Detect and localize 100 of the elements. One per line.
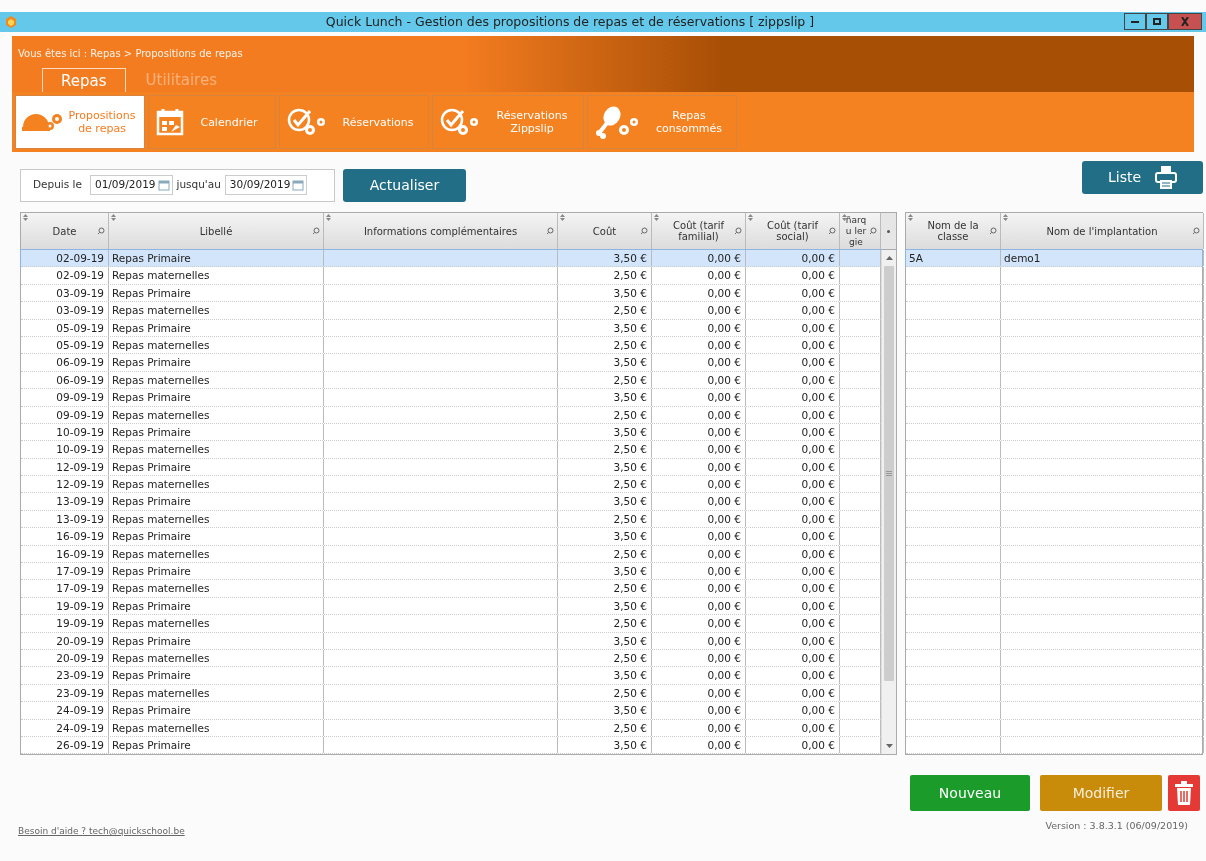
table-cell: 2,50 € [558, 545, 652, 563]
filter-icon[interactable] [312, 227, 320, 235]
table-cell: Repas maternelles [109, 406, 324, 423]
table-cell: 2,50 € [558, 371, 652, 389]
scroll-thumb[interactable] [884, 266, 894, 681]
table-cell: 17-09-19 [21, 563, 109, 580]
table-cell: 0,00 € [652, 528, 746, 545]
table-cell: 24-09-19 [21, 702, 109, 719]
sort-icon[interactable] [326, 214, 331, 221]
sort-icon[interactable] [560, 214, 565, 221]
table-cell: 3,50 € [558, 284, 652, 302]
scrollbar[interactable] [881, 250, 896, 755]
filter-icon[interactable] [828, 227, 836, 235]
table-cell: 17-09-19 [21, 580, 109, 597]
filter-icon[interactable] [734, 227, 742, 235]
table-cell: Repas maternelles [109, 719, 324, 736]
table-cell: Repas Primaire [109, 736, 324, 754]
table-cell: 2,50 € [558, 406, 652, 423]
table-row[interactable]: 24-09-19 Repas Primaire 3,50 € 0,00 € 0,00 € [21, 702, 881, 720]
table-cell: 0,00 € [746, 371, 840, 389]
table-cell: 0,00 € [652, 441, 746, 458]
filter-icon[interactable] [869, 227, 877, 235]
table-row[interactable]: 12-09-19 Repas maternelles 2,50 € 0,00 € 0,00 € [21, 476, 881, 494]
table-cell: 0,00 € [746, 336, 840, 354]
table-row[interactable]: 10-09-19 Repas maternelles 2,50 € 0,00 € 0,00 € [21, 441, 881, 459]
column-header[interactable]: Informations complémentaires [324, 213, 558, 249]
column-header[interactable]: Coût (tarif social) [746, 213, 840, 249]
breadcrumb: Vous êtes ici : Repas > Propositions de repas [17, 47, 244, 61]
filter-icon[interactable] [97, 227, 105, 235]
column-header[interactable]: Date [21, 213, 109, 249]
table-row[interactable]: 17-09-19 Repas maternelles 2,50 € 0,00 € 0,00 € [21, 580, 881, 598]
table-cell: 2,50 € [558, 615, 652, 632]
table-cell: Repas maternelles [109, 684, 324, 702]
date-field[interactable]: 01/09/2019 [89, 175, 173, 195]
table-row[interactable]: 03-09-19 Repas maternelles 2,50 € 0,00 € 0,00 € [21, 302, 881, 320]
app-logo-icon [4, 15, 18, 29]
table-cell: 3,50 € [558, 702, 652, 719]
column-header[interactable]: Nom de l'implantation [1001, 213, 1204, 249]
table-cell: 0,00 € [652, 545, 746, 563]
date-field[interactable]: 30/09/2019 [224, 175, 308, 195]
table-cell: 0,00 € [652, 650, 746, 667]
grip-icon [886, 471, 892, 476]
table-cell: Repas maternelles [109, 441, 324, 458]
table-cell: 0,00 € [746, 684, 840, 702]
table-cell: 0,00 € [746, 545, 840, 563]
table-row[interactable]: 16-09-19 Repas Primaire 3,50 € 0,00 € 0,00 € [21, 528, 881, 546]
help-link[interactable]: Besoin d'aide ? tech@quickschool.be [18, 825, 185, 839]
close-button[interactable] [1168, 13, 1202, 30]
table-row[interactable]: 17-09-19 Repas Primaire 3,50 € 0,00 € 0,00 € [21, 563, 881, 581]
calendar-icon[interactable] [292, 179, 305, 191]
table-cell: 20-09-19 [21, 650, 109, 667]
table-cell: 2,50 € [558, 441, 652, 458]
table-row[interactable]: 23-09-19 Repas Primaire 3,50 € 0,00 € 0,00 € [21, 667, 881, 685]
table-cell: 3,50 € [558, 458, 652, 476]
table-cell: 23-09-19 [21, 667, 109, 684]
table-row[interactable]: 19-09-19 Repas maternelles 2,50 € 0,00 € 0,00 € [21, 615, 881, 633]
table-cell: 3,50 € [558, 493, 652, 510]
sort-icon[interactable] [908, 214, 913, 221]
table-row[interactable]: 13-09-19 Repas Primaire 3,50 € 0,00 € 0,00 € [21, 493, 881, 511]
list-button[interactable]: Liste [1082, 161, 1203, 194]
table-cell: 0,00 € [652, 736, 746, 754]
table-cell: Repas maternelles [109, 650, 324, 667]
table-cell: 0,00 € [746, 510, 840, 528]
table-cell: 03-09-19 [21, 284, 109, 302]
table-row[interactable]: 02-09-19 Repas maternelles 2,50 € 0,00 € 0,00 € [21, 267, 881, 285]
table-cell: 0,00 € [652, 267, 746, 284]
minimize-button[interactable] [1124, 13, 1146, 30]
calendar-icon[interactable] [157, 179, 170, 191]
sort-icon[interactable] [654, 214, 659, 221]
table-row[interactable]: 5A demo1 [906, 250, 1202, 268]
filter-icon[interactable] [546, 227, 554, 235]
table-row[interactable]: 09-09-19 Repas Primaire 3,50 € 0,00 € 0,00 € [21, 389, 881, 407]
filter-icon[interactable] [640, 227, 648, 235]
column-header[interactable]: Coût (tarif familial) [652, 213, 746, 249]
filter-icon[interactable] [989, 227, 997, 235]
table-cell: Repas maternelles [109, 476, 324, 493]
table-cell: 2,50 € [558, 719, 652, 736]
sort-icon[interactable] [23, 214, 28, 221]
table-row[interactable]: 06-09-19 Repas Primaire 3,50 € 0,00 € 0,00 € [21, 354, 881, 372]
table-cell: 2,50 € [558, 510, 652, 528]
table-row[interactable]: 02-09-19 Repas Primaire 3,50 € 0,00 € 0,00 € [21, 250, 881, 268]
table-cell: 0,00 € [652, 632, 746, 649]
table-cell: 26-09-19 [21, 736, 109, 754]
trash-icon [1175, 781, 1193, 806]
table-cell: Repas maternelles [109, 302, 324, 319]
sort-icon[interactable] [842, 214, 847, 221]
sort-icon[interactable] [1003, 214, 1008, 221]
table-cell: Repas maternelles [109, 580, 324, 597]
table-cell: 0,00 € [652, 493, 746, 510]
column-header[interactable]: Nom de la classe [906, 213, 1001, 249]
sort-icon[interactable] [748, 214, 753, 221]
maximize-button[interactable] [1146, 13, 1168, 30]
column-header[interactable]: ñarqu lergie [840, 213, 881, 249]
filter-icon[interactable] [1192, 227, 1200, 235]
column-header[interactable]: Coût [558, 213, 652, 249]
delete-button[interactable] [1168, 775, 1200, 812]
sort-icon[interactable] [111, 214, 116, 221]
new-button[interactable]: Nouveau [910, 775, 1030, 812]
refresh-button[interactable]: Actualiser [343, 168, 466, 202]
column-header[interactable]: Libellé [109, 213, 324, 249]
